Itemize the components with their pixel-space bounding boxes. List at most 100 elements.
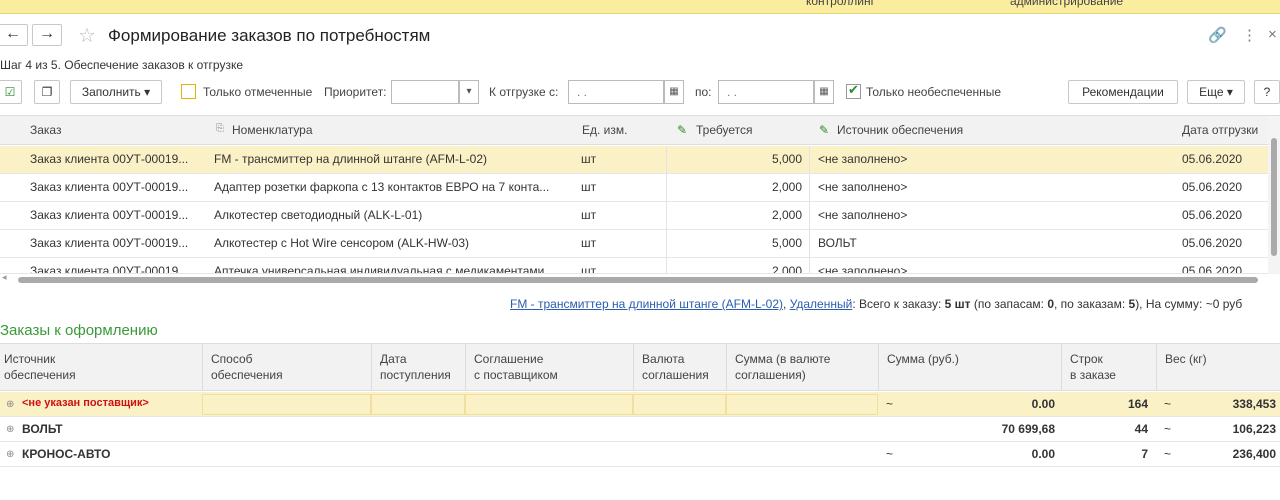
expand-icon[interactable]: ⊕ bbox=[6, 399, 14, 410]
cell-date: 05.06.2020 bbox=[1182, 208, 1243, 222]
scroll-left-icon[interactable]: ◂ bbox=[2, 272, 7, 283]
col-order[interactable]: Заказ bbox=[30, 123, 61, 137]
only-marked-label: Только отмеченные bbox=[203, 85, 313, 99]
col-unit[interactable]: Ед. изм. bbox=[582, 123, 627, 137]
expand-icon[interactable]: ⊕ bbox=[6, 449, 14, 460]
table-row[interactable]: ⊕ КРОНОС-АВТО ~ 0.00 7 ~ 236,400 bbox=[0, 442, 1280, 467]
table-row[interactable]: ⊕ <не указан поставщик> ~ 0.00 164 ~ 338… bbox=[0, 392, 1280, 417]
orders-table: Заказ ⎘ Номенклатура Ед. изм. ✎ Требуетс… bbox=[0, 115, 1280, 286]
column-divider bbox=[633, 344, 634, 391]
hierarchy-icon: ⎘ bbox=[216, 123, 224, 134]
col-method[interactable]: Способ обеспечения bbox=[211, 351, 283, 383]
approx-icon: ~ bbox=[1164, 447, 1172, 461]
col-ship-date[interactable]: Дата отгрузки bbox=[1182, 123, 1258, 137]
cell-frame bbox=[726, 394, 878, 415]
cell-frame bbox=[633, 394, 726, 415]
horizontal-scrollbar[interactable]: ◂ bbox=[0, 272, 1268, 286]
more-button[interactable]: Еще ▾ bbox=[1187, 80, 1245, 104]
recommendations-button[interactable]: Рекомендации bbox=[1068, 80, 1178, 104]
table-row[interactable]: Заказ клиента 00УТ-00019... Аптечка унив… bbox=[0, 258, 1268, 274]
cell-order: Заказ клиента 00УТ-00019... bbox=[30, 236, 189, 250]
cell-source: <не заполнено> bbox=[818, 264, 908, 274]
col-sum-currency[interactable]: Сумма (в валюте соглашения) bbox=[735, 351, 830, 383]
fill-button-label: Заполнить bbox=[81, 85, 141, 99]
table-row[interactable]: Заказ клиента 00УТ-00019... FM - трансми… bbox=[0, 146, 1268, 174]
favorite-star-icon[interactable]: ☆ bbox=[78, 23, 96, 48]
cell-date: 05.06.2020 bbox=[1182, 152, 1243, 166]
cell-weight: 236,400 bbox=[1232, 447, 1276, 461]
summary-total: 5 шт bbox=[944, 297, 971, 311]
cell-lines: 164 bbox=[1127, 397, 1148, 411]
column-divider bbox=[1061, 344, 1062, 391]
only-marked-checkbox[interactable] bbox=[181, 84, 196, 99]
column-divider bbox=[465, 344, 466, 391]
only-unprovided-checkbox[interactable] bbox=[846, 82, 861, 99]
more-vertical-icon[interactable]: ⋮ bbox=[1242, 26, 1257, 44]
calendar-icon[interactable]: ▦ bbox=[664, 80, 684, 104]
cell-item: Адаптер розетки фаркопа с 13 контактов Е… bbox=[214, 180, 550, 194]
vertical-scrollbar[interactable] bbox=[1268, 116, 1280, 274]
priority-select[interactable] bbox=[391, 80, 459, 104]
selection-summary: FM - трансмиттер на длинной штанге (AFM-… bbox=[510, 297, 1242, 311]
cell-source: КРОНОС-АВТО bbox=[22, 447, 111, 461]
cell-unit: шт bbox=[581, 264, 597, 274]
cell-item: FM - трансмиттер на длинной штанге (AFM-… bbox=[214, 152, 488, 166]
approx-icon: ~ bbox=[1164, 397, 1172, 411]
table-row[interactable]: Заказ клиента 00УТ-00019... Алкотестер с… bbox=[0, 230, 1268, 258]
section-link-admin[interactable]: администрирование bbox=[1010, 0, 1123, 8]
cell-required: 5,000 bbox=[771, 152, 802, 166]
col-source[interactable]: Источник обеспечения bbox=[4, 351, 76, 383]
forward-button[interactable]: → bbox=[32, 24, 62, 46]
top-strip: контроллинг администрирование bbox=[0, 0, 1280, 14]
column-divider bbox=[666, 146, 667, 274]
scroll-thumb[interactable] bbox=[1271, 138, 1277, 256]
chevron-down-icon[interactable]: ▾ bbox=[459, 80, 479, 104]
ship-to-label: по: bbox=[695, 85, 712, 99]
fill-button[interactable]: Заполнить ▾ bbox=[70, 80, 162, 104]
link-icon[interactable]: 🔗 bbox=[1208, 26, 1227, 44]
cell-weight: 106,223 bbox=[1232, 422, 1276, 436]
item-link[interactable]: FM - трансмиттер на длинной штанге (AFM-… bbox=[510, 297, 783, 311]
cell-item: Аптечка универсальная индивидуальная с м… bbox=[214, 264, 545, 274]
ship-to-field[interactable]: . . bbox=[718, 80, 814, 104]
step-label: Шаг 4 из 5. Обеспечение заказов к отгруз… bbox=[0, 58, 243, 72]
cell-order: Заказ клиента 00УТ-00019... bbox=[30, 264, 189, 274]
only-unprovided-label: Только необеспеченные bbox=[866, 85, 1002, 99]
col-sum-rub[interactable]: Сумма (руб.) bbox=[887, 351, 959, 367]
close-icon[interactable]: × bbox=[1268, 26, 1277, 43]
back-button[interactable]: ← bbox=[0, 24, 28, 46]
toolbar: ☑ ❐ Заполнить ▾ Только отмеченные Приори… bbox=[0, 80, 1280, 106]
col-source[interactable]: Источник обеспечения bbox=[837, 123, 963, 137]
col-required[interactable]: Требуется bbox=[696, 123, 752, 137]
title-bar: ← → ☆ Формирование заказов по потребност… bbox=[0, 20, 1280, 52]
scroll-thumb[interactable] bbox=[18, 277, 1258, 283]
col-agreement[interactable]: Соглашение с поставщиком bbox=[474, 351, 558, 383]
cell-unit: шт bbox=[581, 152, 597, 166]
cell-date: 05.06.2020 bbox=[1182, 264, 1243, 274]
section-link-controlling[interactable]: контроллинг bbox=[806, 0, 875, 8]
orders-to-create-header: Источник обеспечения Способ обеспечения … bbox=[0, 344, 1280, 391]
deleted-link[interactable]: Удаленный bbox=[790, 297, 853, 311]
cell-unit: шт bbox=[581, 180, 597, 194]
col-weight[interactable]: Вес (кг) bbox=[1165, 351, 1207, 367]
check-all-icon[interactable]: ☑ bbox=[0, 80, 22, 104]
table-row[interactable]: Заказ клиента 00УТ-00019... Алкотестер с… bbox=[0, 202, 1268, 230]
column-divider bbox=[371, 344, 372, 391]
expand-icon[interactable]: ⊕ bbox=[6, 424, 14, 435]
page-title: Формирование заказов по потребностям bbox=[108, 26, 431, 45]
column-divider bbox=[809, 146, 810, 274]
ship-from-field[interactable]: . . bbox=[568, 80, 664, 104]
col-lines[interactable]: Строк в заказе bbox=[1070, 351, 1116, 383]
cell-frame bbox=[371, 394, 465, 415]
table-row[interactable]: ⊕ ВОЛЬТ 70 699,68 44 ~ 106,223 bbox=[0, 417, 1280, 442]
calendar-icon[interactable]: ▦ bbox=[814, 80, 834, 104]
copy-icon[interactable]: ❐ bbox=[34, 80, 60, 104]
col-item[interactable]: Номенклатура bbox=[232, 123, 313, 137]
summary-total-text: : Всего к заказу: bbox=[852, 297, 945, 311]
edit-pencil-icon: ✎ bbox=[677, 123, 688, 137]
cell-required: 5,000 bbox=[771, 236, 802, 250]
help-button[interactable]: ? bbox=[1254, 80, 1280, 104]
col-arrival-date[interactable]: Дата поступления bbox=[380, 351, 451, 383]
col-currency[interactable]: Валюта соглашения bbox=[642, 351, 709, 383]
table-row[interactable]: Заказ клиента 00УТ-00019... Адаптер розе… bbox=[0, 174, 1268, 202]
